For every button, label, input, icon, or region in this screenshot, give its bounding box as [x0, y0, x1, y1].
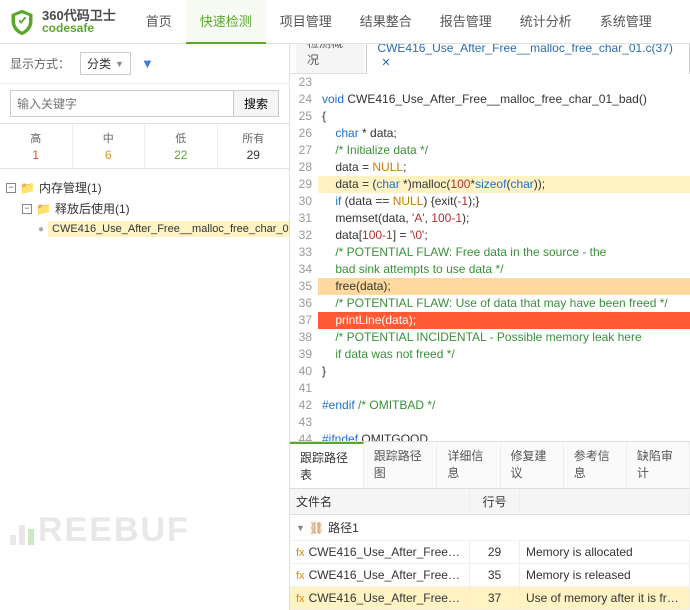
editor-tabs: 检测概况 CWE416_Use_After_Free__malloc_free_… — [290, 44, 690, 74]
nav-quick-scan[interactable]: 快速检测 — [186, 0, 266, 44]
logo: 360代码卫士 codesafe — [8, 8, 116, 36]
shield-icon — [8, 8, 36, 36]
issue-tree: − 📁 内存管理(1) − 📁 释放后使用(1) ● CWE416_Use_Af… — [0, 169, 289, 610]
col-file: 文件名 — [290, 489, 470, 514]
nav-project[interactable]: 项目管理 — [266, 0, 346, 44]
bottom-tab[interactable]: 参考信息 — [564, 442, 627, 488]
table-row[interactable]: fxCWE416_Use_After_Free__malloc_fre...35… — [290, 564, 690, 587]
severity-stats: 高1中6低22所有29 — [0, 123, 289, 169]
tree-collapse-icon[interactable]: − — [6, 183, 16, 193]
display-mode-label: 显示方式： — [10, 55, 70, 72]
search-button[interactable]: 搜索 — [234, 90, 279, 117]
folder-icon: 📁 — [20, 181, 35, 195]
path-group[interactable]: ▼ ⛓ 路径1 — [290, 515, 690, 541]
app-header: 360代码卫士 codesafe 首页 快速检测 项目管理 结果整合 报告管理 … — [0, 0, 690, 44]
code-editor[interactable]: 2324void CWE416_Use_After_Free__malloc_f… — [290, 74, 690, 441]
right-panel: 检测概况 CWE416_Use_After_Free__malloc_free_… — [290, 44, 690, 610]
main-nav: 首页 快速检测 项目管理 结果整合 报告管理 统计分析 系统管理 — [132, 0, 666, 44]
col-line: 行号 — [470, 489, 520, 514]
table-row[interactable]: fxCWE416_Use_After_Free__malloc_fre...37… — [290, 587, 690, 610]
bottom-tab[interactable]: 修复建议 — [501, 442, 564, 488]
tree-node-file[interactable]: ● CWE416_Use_After_Free__malloc_free_cha… — [6, 219, 283, 239]
bottom-tab[interactable]: 跟踪路径图 — [364, 442, 438, 488]
close-icon[interactable]: ✕ — [381, 57, 390, 69]
table-row[interactable]: fxCWE416_Use_After_Free__malloc_fre...29… — [290, 541, 690, 564]
path-icon: ⛓ — [309, 521, 324, 535]
display-mode-dropdown[interactable]: 分类 ▼ — [80, 52, 131, 75]
tab-file[interactable]: CWE416_Use_After_Free__malloc_free_char_… — [366, 44, 690, 74]
tree-node-subcategory[interactable]: − 📁 释放后使用(1) — [6, 198, 283, 219]
search-input[interactable] — [10, 90, 234, 117]
bottom-tab[interactable]: 跟踪路径表 — [290, 442, 364, 488]
trace-table: 文件名 行号 ▼ ⛓ 路径1 fxCWE416_Use_After_Free__… — [290, 489, 690, 610]
nav-system[interactable]: 系统管理 — [586, 0, 666, 44]
bottom-tab[interactable]: 缺陷审计 — [627, 442, 690, 488]
nav-home[interactable]: 首页 — [132, 0, 186, 44]
brand-en: codesafe — [42, 22, 116, 34]
nav-results[interactable]: 结果整合 — [346, 0, 426, 44]
bullet-icon: ● — [38, 224, 44, 235]
tree-collapse-icon[interactable]: − — [22, 204, 32, 214]
bottom-tabs: 跟踪路径表跟踪路径图详细信息修复建议参考信息缺陷审计 — [290, 441, 690, 489]
bottom-tab[interactable]: 详细信息 — [437, 442, 500, 488]
stat-stat-mid[interactable]: 中6 — [73, 124, 146, 168]
filter-icon[interactable]: ▼ — [141, 56, 154, 71]
nav-reports[interactable]: 报告管理 — [426, 0, 506, 44]
tree-node-category[interactable]: − 📁 内存管理(1) — [6, 177, 283, 198]
chevron-down-icon: ▼ — [296, 523, 305, 533]
nav-stats[interactable]: 统计分析 — [506, 0, 586, 44]
stat-stat-high[interactable]: 高1 — [0, 124, 73, 168]
stat-stat-low[interactable]: 低22 — [145, 124, 218, 168]
folder-icon: 📁 — [36, 202, 51, 216]
left-panel: 显示方式： 分类 ▼ ▼ 搜索 高1中6低22所有29 − 📁 内存管理(1) … — [0, 44, 290, 610]
chevron-down-icon: ▼ — [115, 59, 124, 69]
tab-overview[interactable]: 检测概况 — [296, 44, 364, 73]
stat-stat-all[interactable]: 所有29 — [218, 124, 290, 168]
col-desc — [520, 489, 690, 514]
